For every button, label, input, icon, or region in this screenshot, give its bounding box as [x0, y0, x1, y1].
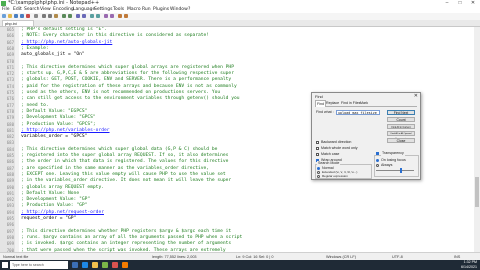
always-label: Always [381, 163, 393, 167]
always-radio[interactable] [376, 164, 379, 167]
zoom-in-icon[interactable] [90, 14, 94, 18]
transparency-slider-track[interactable] [376, 170, 414, 171]
edge-icon[interactable] [82, 262, 88, 268]
sync-scroll-icon[interactable] [104, 14, 108, 18]
find-all-current-button[interactable]: Find All in Current Document [387, 124, 415, 134]
xampp-icon[interactable] [122, 262, 128, 268]
close-dialog-button[interactable]: Close [387, 138, 415, 143]
backward-direction-label: Backward direction [321, 140, 352, 144]
dialog-close-button[interactable]: ✕ [414, 93, 418, 99]
window-title: *C:\xampp\php\php.ini - Notepad++ [8, 0, 100, 6]
match-whole-word-label: Match whole word only [321, 146, 358, 150]
replace-icon[interactable] [82, 14, 86, 18]
tab-php-ini[interactable]: php.ini [2, 20, 34, 26]
redo-icon[interactable] [68, 14, 72, 18]
vertical-scrollbar[interactable] [474, 27, 480, 252]
on-losing-focus-radio[interactable] [376, 159, 379, 162]
match-whole-word-checkbox[interactable] [316, 147, 319, 150]
save-all-icon[interactable] [20, 14, 24, 18]
system-clock[interactable]: 1:32 PM 6/14/2021 [461, 260, 477, 270]
taskbar-search-placeholder: Type here to search [12, 263, 44, 267]
taskbar-search[interactable]: Type here to search [10, 261, 68, 269]
find-next-button[interactable]: Find Next [387, 110, 415, 115]
tab-bar: php.ini [0, 20, 480, 27]
transparency-title: Transparency [381, 151, 405, 156]
windows-taskbar: Type here to search 1:32 PM 6/14/2021 [0, 260, 480, 270]
copy-icon[interactable] [48, 14, 52, 18]
mode-regex-label: Regular expression [322, 174, 348, 178]
tab-mark[interactable]: Mark [359, 100, 369, 106]
find-icon[interactable] [76, 14, 80, 18]
find-what-input[interactable]: upload_max_filesize [336, 110, 380, 115]
maximize-button[interactable]: □ [454, 0, 466, 7]
match-case-label: Match case [321, 152, 340, 156]
mode-normal-radio[interactable] [317, 167, 320, 170]
find-what-label: Find what : [316, 110, 334, 114]
undo-icon[interactable] [62, 14, 66, 18]
close-button[interactable]: ✕ [467, 0, 479, 7]
minimize-button[interactable]: – [441, 0, 453, 7]
close-file-icon[interactable] [26, 14, 30, 18]
find-dialog: Find ✕ Find Replace Find in Files Mark F… [311, 92, 421, 180]
cut-icon[interactable] [42, 14, 46, 18]
windows-start-icon[interactable] [2, 262, 8, 268]
play-macro-icon[interactable] [124, 14, 128, 18]
count-button[interactable]: Count [387, 117, 415, 122]
tab-replace[interactable]: Replace [325, 100, 340, 106]
new-file-icon[interactable] [2, 14, 6, 18]
match-case-checkbox[interactable] [316, 153, 319, 156]
paste-icon[interactable] [54, 14, 58, 18]
notepad-plus-plus-taskbar-icon[interactable] [102, 262, 108, 268]
notepad-plus-plus-icon [1, 1, 6, 6]
file-explorer-icon[interactable] [92, 262, 98, 268]
record-macro-icon[interactable] [118, 14, 122, 18]
word-wrap-icon[interactable] [110, 14, 114, 18]
chrome-icon[interactable] [112, 262, 118, 268]
zoom-out-icon[interactable] [96, 14, 100, 18]
scrollbar-thumb[interactable] [475, 177, 479, 207]
dialog-tabs: Find Replace Find in Files Mark [315, 100, 417, 107]
print-icon[interactable] [34, 14, 38, 18]
task-view-icon[interactable] [72, 262, 78, 268]
find-all-opened-button[interactable]: Find All in All Opened Documents [387, 131, 415, 140]
mode-regex-radio[interactable] [317, 175, 320, 178]
transparency-checkbox[interactable] [376, 152, 379, 155]
backward-direction-checkbox[interactable] [316, 141, 319, 144]
mode-extended-radio[interactable] [317, 171, 320, 174]
clock-date: 6/14/2021 [461, 265, 477, 269]
transparency-slider-thumb[interactable] [400, 168, 402, 173]
open-file-icon[interactable] [8, 14, 12, 18]
save-icon[interactable] [14, 14, 18, 18]
